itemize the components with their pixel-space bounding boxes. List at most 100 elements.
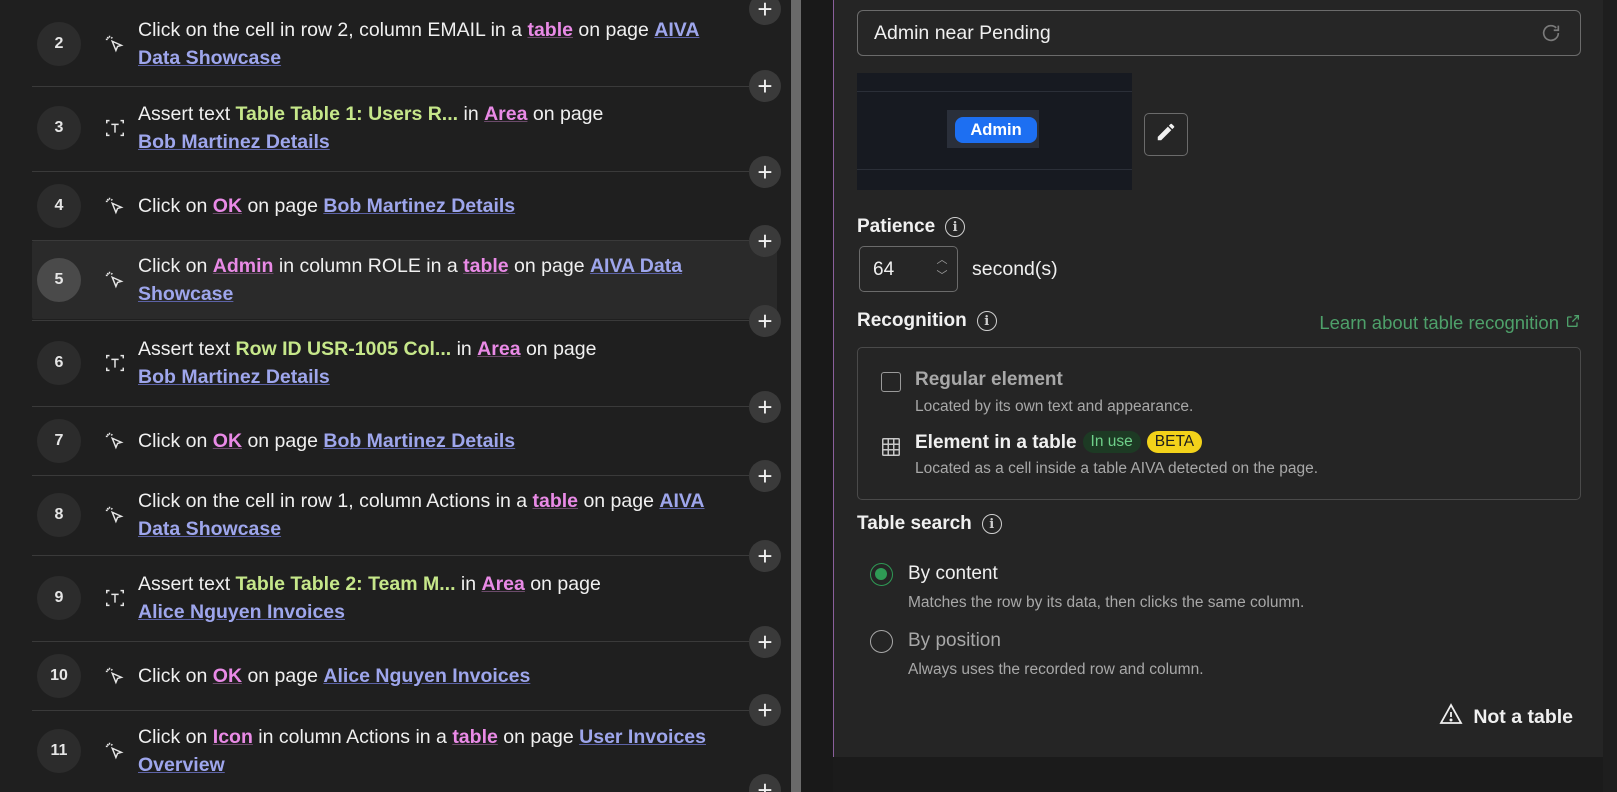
step-number: 4 <box>37 184 81 228</box>
recognition-heading: Recognition i <box>857 310 997 332</box>
element-token: OK <box>212 665 243 687</box>
by-position-radio[interactable] <box>870 630 893 653</box>
page-link[interactable]: Bob Martinez Details <box>323 195 515 217</box>
info-icon[interactable]: i <box>981 514 1002 534</box>
step-separator <box>32 710 749 711</box>
info-icon[interactable]: i <box>945 217 966 237</box>
click-icon <box>104 269 126 291</box>
recognition-label: Recognition <box>857 310 967 331</box>
add-step-plus-icon[interactable]: + <box>749 540 781 572</box>
edit-button[interactable] <box>1144 113 1188 156</box>
step-text: Click on OK on page Bob Martinez Details <box>138 192 737 220</box>
step-text: Click on the cell in row 1, column Actio… <box>138 487 737 543</box>
click-icon <box>104 665 126 687</box>
info-icon[interactable]: i <box>976 311 997 331</box>
step-row[interactable]: 7 Click on OK on page Bob Martinez Detail… <box>32 407 777 475</box>
step-text-part: on page <box>242 665 324 687</box>
add-step-plus-icon[interactable]: + <box>749 305 781 337</box>
refresh-icon[interactable] <box>1540 22 1562 44</box>
chevron-down-icon[interactable]: ﹀ <box>935 268 949 284</box>
step-text: Click on OK on page Alice Nguyen Invoice… <box>138 662 737 690</box>
step-row[interactable]: 2 Click on the cell in row 2, column EMAI… <box>32 4 777 84</box>
step-text: Assert text Table Table 2: Team M... in … <box>138 570 737 626</box>
asserted-text-token: Row ID USR-1005 Col... <box>235 338 452 360</box>
step-text-part: Click on <box>138 726 213 748</box>
in-use-badge: In use <box>1082 431 1141 453</box>
selector-field[interactable]: Admin near Pending <box>857 10 1581 56</box>
step-number: 11 <box>37 729 81 773</box>
step-text-part: on page <box>572 19 655 41</box>
step-text: Click on OK on page Bob Martinez Details <box>138 427 737 455</box>
page-link[interactable]: Bob Martinez Details <box>323 430 515 452</box>
step-separator <box>32 406 749 407</box>
selector-text: Admin near Pending <box>874 21 1051 44</box>
step-row[interactable]: 9 Assert text Table Table 2: Team M... in… <box>32 556 777 640</box>
step-detail-panel: Admin near Pending Admin Patience i 64 ︿… <box>833 0 1603 757</box>
not-a-table-button[interactable]: Not a table <box>1439 702 1573 732</box>
step-text-part: Click on <box>138 255 213 277</box>
step-row[interactable]: 3 Assert text Table Table 1: Users R... i… <box>32 86 777 170</box>
step-text-part: on page <box>524 573 601 595</box>
step-separator <box>32 320 749 321</box>
step-text: Click on Admin in column ROLE in a table… <box>138 252 737 308</box>
element-in-table-option[interactable]: Element in a table In use BETA <box>915 431 1203 454</box>
element-token: table <box>452 726 498 748</box>
step-row[interactable]: 4 Click on OK on page Bob Martinez Detail… <box>32 172 777 240</box>
step-text-part: on page <box>242 195 324 217</box>
step-number: 3 <box>37 106 81 150</box>
page-link[interactable]: Bob Martinez Details <box>138 366 330 388</box>
add-step-plus-icon[interactable]: + <box>749 225 781 257</box>
step-number: 10 <box>37 654 81 698</box>
step-text-part: in <box>455 573 482 595</box>
page-link[interactable]: Alice Nguyen Invoices <box>323 665 530 687</box>
text-assert-icon <box>104 117 126 139</box>
add-step-plus-icon[interactable]: + <box>749 70 781 102</box>
step-text-part: Click on <box>138 665 213 687</box>
step-separator <box>32 555 749 556</box>
step-row[interactable]: 8 Click on the cell in row 1, column Acti… <box>32 476 777 554</box>
step-text-part: on page <box>578 490 660 512</box>
panel-divider[interactable] <box>791 0 801 792</box>
add-step-plus-icon[interactable]: + <box>749 391 781 423</box>
table-search-label: Table search <box>857 513 972 534</box>
step-text-part: Click on the cell in row 1, column Actio… <box>138 490 533 512</box>
step-number: 9 <box>37 576 81 620</box>
not-a-table-label: Not a table <box>1473 705 1573 728</box>
by-content-radio[interactable] <box>870 563 893 586</box>
add-step-plus-icon[interactable]: + <box>749 460 781 492</box>
step-text-part: on page <box>497 726 580 748</box>
step-row[interactable]: 11 Click on Icon in column Actions in a t… <box>32 711 777 791</box>
add-step-plus-icon[interactable]: + <box>749 694 781 726</box>
step-separator <box>32 641 749 642</box>
by-content-title[interactable]: By content <box>908 563 998 585</box>
step-text-part: in column ROLE in a <box>273 255 464 277</box>
step-row[interactable]: 10 Click on OK on page Alice Nguyen Invoi… <box>32 642 777 710</box>
stepper[interactable]: ︿ ﹀ <box>935 252 949 284</box>
step-text-part: Assert text <box>138 103 236 125</box>
click-icon <box>104 195 126 217</box>
chevron-up-icon[interactable]: ︿ <box>935 252 949 268</box>
step-text-part: Click on the cell in row 2, column EMAIL… <box>138 19 528 41</box>
add-step-plus-icon[interactable]: + <box>749 626 781 658</box>
patience-unit: second(s) <box>972 258 1058 280</box>
step-list: 2 Click on the cell in row 2, column EMAI… <box>0 0 790 792</box>
preview-row-line <box>857 169 1132 170</box>
element-token: table <box>527 19 573 41</box>
page-link[interactable]: Bob Martinez Details <box>138 131 330 153</box>
page-link[interactable]: Alice Nguyen Invoices <box>138 601 345 623</box>
recognition-options: Regular element Located by its own text … <box>857 347 1581 500</box>
by-position-title[interactable]: By position <box>908 630 1001 652</box>
patience-input[interactable]: 64 ︿ ﹀ <box>859 246 958 292</box>
step-row[interactable]: 6 Assert text Row ID USR-1005 Col... in A… <box>32 321 777 405</box>
regular-element-checkbox[interactable] <box>881 372 901 392</box>
asserted-text-token: Table Table 1: Users R... <box>235 103 459 125</box>
click-icon <box>104 33 126 55</box>
regular-element-title[interactable]: Regular element <box>915 369 1063 391</box>
add-step-plus-icon[interactable]: + <box>749 156 781 188</box>
preview-admin-badge: Admin <box>955 117 1037 143</box>
element-preview: Admin <box>857 73 1132 190</box>
step-row[interactable]: 5 Click on Admin in column ROLE in a tabl… <box>32 241 777 319</box>
learn-table-recognition-link[interactable]: Learn about table recognition <box>1319 312 1581 334</box>
step-text-part: Click on <box>138 430 213 452</box>
text-assert-icon <box>104 352 126 374</box>
